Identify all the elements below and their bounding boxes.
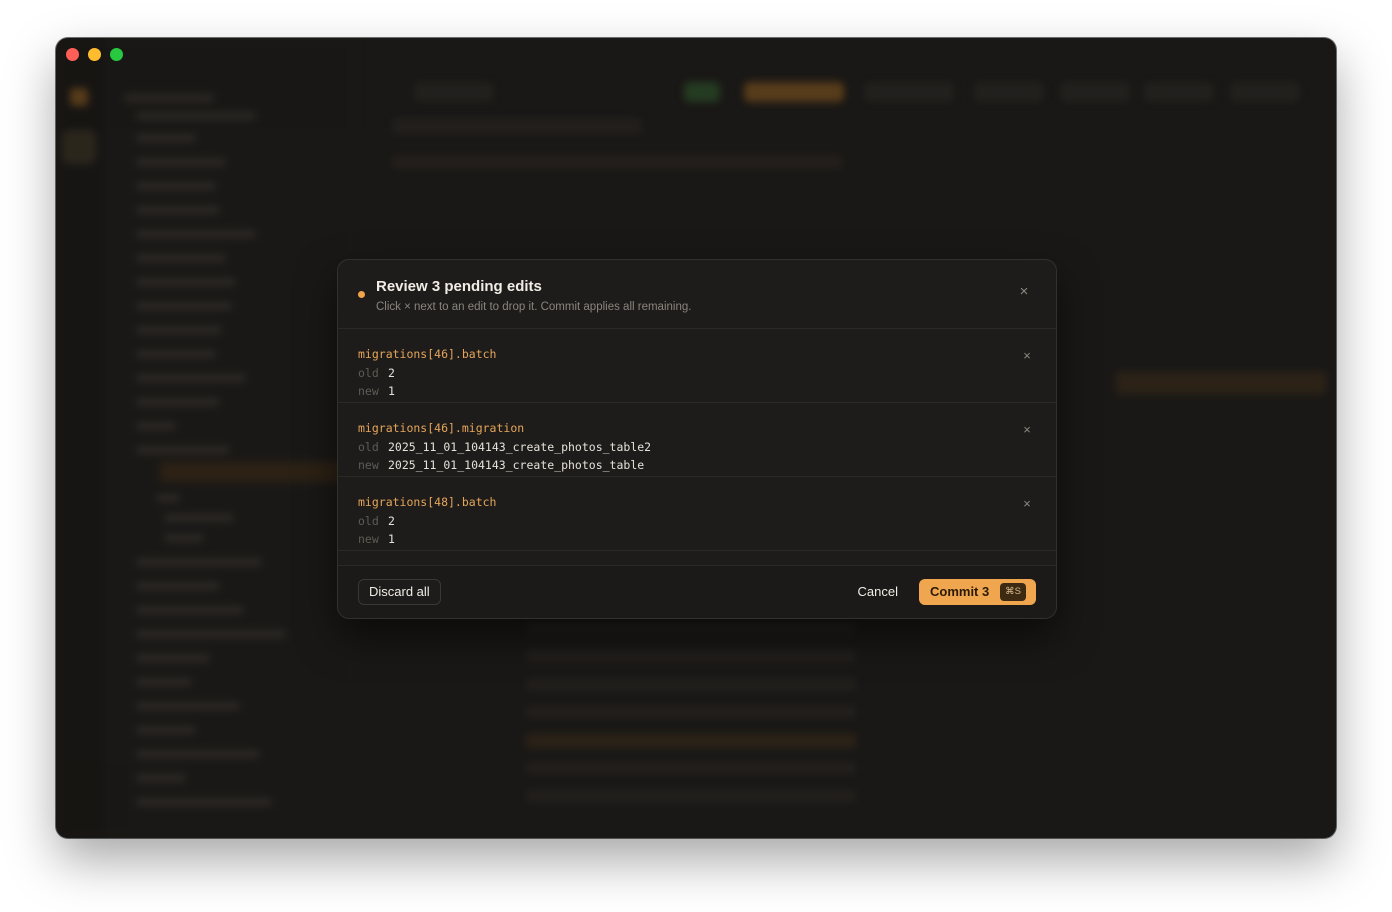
drop-edit-icon[interactable]: × [1020,423,1034,437]
toolbar [354,76,1336,110]
window-controls [66,48,123,61]
activity-rail [56,38,105,838]
drop-edit-icon[interactable]: × [1020,497,1034,511]
old-label: old [358,514,379,528]
old-value: 2 [388,514,395,528]
edit-old-row: old 2 [358,366,395,380]
pending-status-dot [358,291,365,298]
commit-button[interactable]: Commit 3 ⌘S [919,579,1036,605]
edit-path: migrations[46].batch [358,347,497,361]
edit-old-row: old 2 [358,514,395,528]
dialog-title: Review 3 pending edits [376,278,542,295]
new-value: 1 [388,532,395,546]
new-label: new [358,384,379,398]
app-window: Review 3 pending edits Click × next to a… [56,38,1336,838]
drop-edit-icon[interactable]: × [1020,349,1034,363]
edit-new-row: new 1 [358,384,395,398]
edit-item: migrations[48].batch old 2 new 1 × [338,477,1056,551]
pending-edit-list: migrations[46].batch old 2 new 1 × migrati… [338,329,1056,558]
maximize-window-button[interactable] [110,48,123,61]
rail-selected-icon [62,130,96,164]
new-label: new [358,532,379,546]
close-icon[interactable]: × [1016,284,1032,300]
close-window-button[interactable] [66,48,79,61]
new-value: 2025_11_01_104143_create_photos_table [388,458,645,472]
old-value: 2 [388,366,395,380]
edit-new-row: new 2025_11_01_104143_create_photos_table [358,458,644,472]
new-value: 1 [388,384,395,398]
review-edits-dialog: Review 3 pending edits Click × next to a… [337,259,1057,619]
app-logo-icon [70,88,88,106]
commit-shortcut-badge: ⌘S [1000,583,1026,601]
new-label: new [358,458,379,472]
dialog-footer: Discard all Cancel Commit 3 ⌘S [338,565,1056,618]
edit-item: migrations[46].migration old 2025_11_01_1… [338,403,1056,477]
edit-item: migrations[46].batch old 2 new 1 × [338,329,1056,403]
edit-old-row: old 2025_11_01_104143_create_photos_table… [358,440,651,454]
discard-all-button[interactable]: Discard all [358,579,441,605]
edit-path: migrations[46].migration [358,421,525,435]
minimize-window-button[interactable] [88,48,101,61]
edit-new-row: new 1 [358,532,395,546]
commit-label: Commit 3 [930,584,990,599]
sidebar [104,38,380,838]
old-label: old [358,366,379,380]
cancel-button[interactable]: Cancel [858,579,898,605]
old-label: old [358,440,379,454]
dialog-header: Review 3 pending edits Click × next to a… [338,260,1056,329]
old-value: 2025_11_01_104143_create_photos_table2 [388,440,652,454]
dialog-subtitle: Click × next to an edit to drop it. Comm… [376,301,692,313]
edit-path: migrations[48].batch [358,495,497,509]
